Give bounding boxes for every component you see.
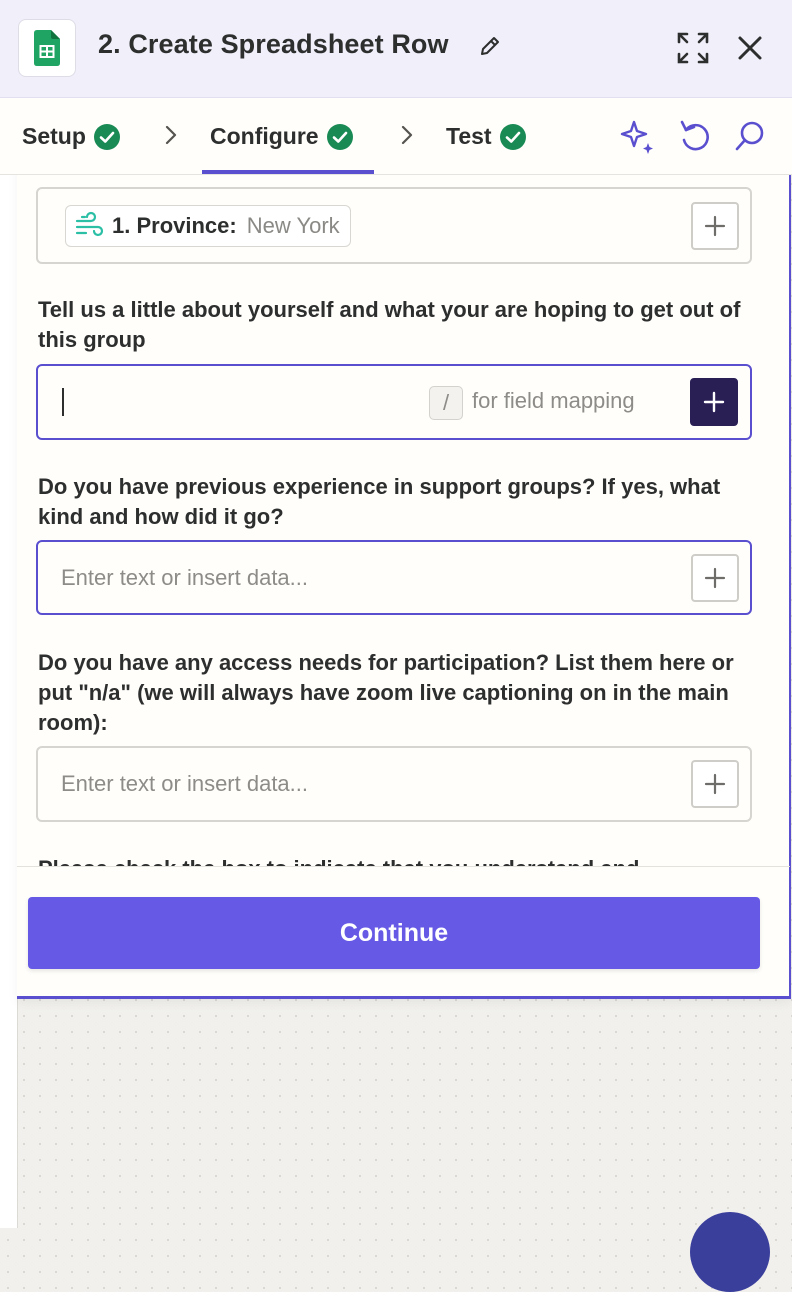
insert-data-button[interactable] <box>691 760 739 808</box>
tab-setup-label: Setup <box>22 123 86 149</box>
text-cursor <box>62 388 64 416</box>
partial-label-text: Please check the box to indicate that yo… <box>38 856 639 866</box>
google-sheets-icon <box>18 19 76 77</box>
experience-input[interactable]: Enter text or insert data... <box>36 540 752 615</box>
sparkle-icon[interactable] <box>619 118 657 161</box>
insert-data-button[interactable] <box>691 554 739 602</box>
pencil-icon[interactable] <box>478 34 502 63</box>
input-placeholder: Enter text or insert data... <box>61 565 309 590</box>
search-icon[interactable] <box>733 118 767 159</box>
pill-field-value: New York <box>246 213 340 238</box>
insert-data-button[interactable] <box>690 378 738 426</box>
help-fab-button[interactable] <box>690 1212 770 1292</box>
rotate-left-icon[interactable] <box>678 118 712 159</box>
field-label-about-yourself: Tell us a little about yourself and what… <box>38 297 741 352</box>
chevron-right-icon <box>401 125 413 145</box>
field-label-access-needs: Do you have any access needs for partici… <box>38 650 734 735</box>
wind-icon <box>75 211 104 237</box>
field-label-experience: Do you have previous experience in suppo… <box>38 474 721 529</box>
tab-configure-label: Configure <box>210 123 319 149</box>
check-circle-icon <box>93 123 120 150</box>
tab-configure[interactable]: Configure <box>210 98 353 175</box>
active-tab-indicator <box>202 170 374 174</box>
step-title: 2. Create Spreadsheet Row <box>98 29 449 59</box>
pill-field-name: 1. Province: <box>112 213 237 238</box>
input-placeholder: Enter text or insert data... <box>61 771 309 796</box>
province-field[interactable]: 1. Province: New York <box>36 187 752 264</box>
access-needs-input[interactable]: Enter text or insert data... <box>36 746 752 822</box>
panel-header: 2. Create Spreadsheet Row <box>0 0 792 98</box>
tab-test[interactable]: Test <box>446 98 526 175</box>
continue-button[interactable]: Continue <box>28 897 760 969</box>
plus-icon <box>704 773 726 795</box>
about-yourself-input[interactable]: / for field mapping <box>36 364 752 440</box>
step-tabs: Setup Configure Test <box>0 98 792 175</box>
expand-icon[interactable] <box>676 31 710 70</box>
check-circle-icon <box>326 123 353 150</box>
field-label-checkbox-partial: Please check the box to indicate that yo… <box>38 852 748 866</box>
plus-icon <box>704 215 726 237</box>
tab-setup[interactable]: Setup <box>22 98 120 175</box>
chevron-right-icon <box>165 125 177 145</box>
close-icon[interactable] <box>735 33 765 68</box>
slash-shortcut-key: / <box>429 386 463 420</box>
left-canvas-strip <box>0 98 18 1228</box>
plus-icon <box>704 567 726 589</box>
field-mapping-hint: for field mapping <box>472 388 635 413</box>
plus-icon <box>703 391 725 413</box>
check-circle-icon <box>499 123 526 150</box>
mapped-data-pill[interactable]: 1. Province: New York <box>65 205 351 247</box>
footer-divider <box>17 866 790 867</box>
insert-data-button[interactable] <box>691 202 739 250</box>
tab-test-label: Test <box>446 123 492 149</box>
